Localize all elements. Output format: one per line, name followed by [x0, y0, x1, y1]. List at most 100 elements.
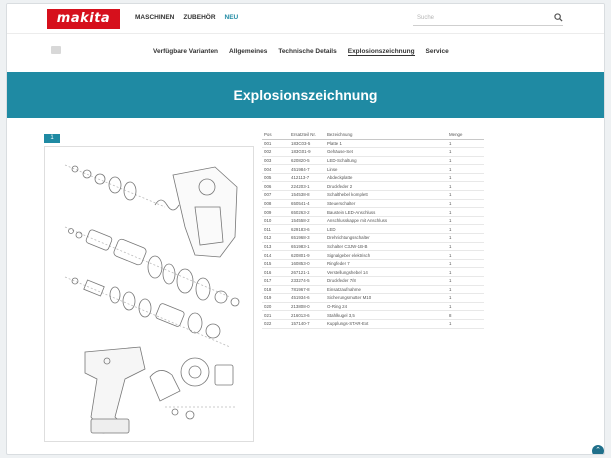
col-description: Bezeichnung	[325, 131, 447, 140]
nav-item-neu[interactable]: NEU	[225, 14, 239, 21]
nav-item-zubehoer[interactable]: ZUBEHÖR	[183, 14, 215, 21]
cell-pos: 004	[262, 164, 289, 174]
cell-part-number: 651968-3	[289, 233, 325, 243]
cell-quantity: 1	[447, 224, 484, 235]
cell-quantity: 1	[447, 259, 484, 269]
tab-technische-details[interactable]: Technische Details	[278, 48, 336, 56]
cell-quantity: 1	[447, 190, 484, 200]
cell-quantity: 1	[447, 233, 484, 243]
tab-explosionszeichnung[interactable]: Explosionszeichnung	[347, 48, 415, 56]
cell-pos: 013	[262, 242, 289, 252]
table-row[interactable]: 016 267121-1 Verstellungshebel 14 1	[262, 267, 484, 277]
table-row[interactable]: 006 224203-1 Druckfeder 21	[262, 181, 484, 192]
table-row[interactable]: 008 650541-4 Steuerschalter 1	[262, 199, 484, 209]
cell-quantity: 8	[447, 310, 484, 320]
cell-part-number: 224203-1	[289, 181, 325, 192]
table-row[interactable]: 013 651983-1 Schalter C3JW-1B-B 1	[262, 242, 484, 252]
diagram-page-selector[interactable]: 1	[44, 134, 60, 143]
cell-part-number: 154538-8	[289, 190, 325, 200]
cell-quantity: 1	[447, 181, 484, 192]
main-nav: MASCHINEN ZUBEHÖR NEU	[135, 14, 238, 21]
exploded-view-illustration	[64, 164, 240, 434]
table-row[interactable]: 012 651968-3 Drehrichtungsschalter 1	[262, 233, 484, 243]
cell-quantity: 1	[447, 250, 484, 260]
cell-quantity: 1	[447, 267, 484, 277]
table-row[interactable]: 018 781967-8 Einsatzaufnahme 1	[262, 285, 484, 295]
cell-description: Steuerschalter	[325, 199, 447, 209]
cell-description: Platte 1	[325, 139, 447, 149]
search-input[interactable]: Suche	[413, 12, 563, 26]
cell-part-number: 267121-1	[289, 267, 325, 277]
table-row[interactable]: 022 157140-7 Kupplungs-STAR-Ext 1	[262, 319, 484, 329]
cell-description: Gehäuse-Set	[325, 147, 447, 157]
table-row[interactable]: 010 154558-2 Anschlusskappe mit Anschluss 1	[262, 216, 484, 226]
table-row[interactable]: 003 620820-5 LED-Schaltung 1	[262, 156, 484, 166]
table-row[interactable]: 001 183C03-5 Platte 11	[262, 139, 484, 149]
cell-part-number: 451934-6	[289, 293, 325, 303]
cell-quantity: 1	[447, 156, 484, 166]
scroll-to-top-button[interactable]: ⌃	[592, 445, 604, 454]
cell-pos: 019	[262, 293, 289, 303]
cell-description: Ringfeder 7	[325, 259, 447, 269]
parts-table-body: 001 183C03-5 Platte 1 1 002 183G01-9 Gehäuse-S…	[262, 139, 484, 329]
table-row[interactable]: 011 629183-6 LED 1	[262, 224, 484, 235]
top-navigation-bar: makita MASCHINEN ZUBEHÖR NEU Suche	[7, 4, 604, 34]
cell-part-number: 620820-5	[289, 156, 325, 166]
table-row[interactable]: 005 412113-7 Abdeckplatte 1	[262, 173, 484, 183]
tab-allgemeines[interactable]: Allgemeines	[229, 48, 267, 56]
table-row[interactable]: 007 154538-8 Schalthebel komplett 1	[262, 190, 484, 200]
cell-quantity: 1	[447, 139, 484, 149]
cell-description: Einsatzaufnahme	[325, 285, 447, 295]
cell-quantity: 1	[447, 147, 484, 157]
cell-part-number: 651983-1	[289, 242, 325, 252]
search-icon[interactable]	[554, 13, 563, 22]
home-icon[interactable]	[51, 46, 61, 54]
parts-table: Pos Ersatzteil Nr. Bezeichnung Menge 001…	[262, 131, 484, 329]
table-row[interactable]: 019 451934-6 Sicherungsmutter M10 1	[262, 293, 484, 303]
table-row[interactable]: 020 213808-0 O-Ring 24 1	[262, 302, 484, 312]
cell-pos: 021	[262, 310, 289, 320]
table-row[interactable]: 017 233274-5 Druckfeder 7/8 1	[262, 276, 484, 286]
tab-service[interactable]: Service	[426, 48, 449, 56]
cell-description: Druckfeder 7/8	[325, 276, 447, 286]
cell-pos: 018	[262, 285, 289, 295]
cell-description: Drehrichtungsschalter	[325, 233, 447, 243]
page-title-banner: Explosionszeichnung	[7, 72, 604, 118]
table-row[interactable]: 015 160853-0 Ringfeder 71	[262, 259, 484, 269]
table-row[interactable]: 021 216013-6 Stahlkugel 3,5 8	[262, 310, 484, 320]
cell-quantity: 1	[447, 164, 484, 174]
table-row[interactable]: 002 183G01-9 Gehäuse-Set 1	[262, 147, 484, 157]
cell-part-number: 412113-7	[289, 173, 325, 183]
cell-pos: 001	[262, 139, 289, 149]
cell-part-number: 781967-8	[289, 285, 325, 295]
cell-pos: 014	[262, 250, 289, 260]
diagram-panel: 1	[44, 134, 254, 442]
cell-description: LED	[325, 224, 447, 235]
nav-item-maschinen[interactable]: MASCHINEN	[135, 14, 174, 21]
col-quantity: Menge	[447, 131, 484, 140]
cell-pos: 003	[262, 156, 289, 166]
cell-pos: 006	[262, 181, 289, 192]
cell-pos: 010	[262, 216, 289, 226]
cell-part-number: 650541-4	[289, 199, 325, 209]
tab-varianten[interactable]: Verfügbare Varianten	[153, 48, 218, 56]
cell-pos: 022	[262, 319, 289, 329]
cell-part-number: 157140-7	[289, 319, 325, 329]
table-row[interactable]: 004 451984-7 Linse 1	[262, 164, 484, 174]
product-tabs: Verfügbare Varianten Allgemeines Technis…	[153, 48, 449, 56]
cell-pos: 017	[262, 276, 289, 286]
cell-pos: 015	[262, 259, 289, 269]
cell-description: Baustein LED-Anschluss	[325, 207, 447, 217]
exploded-view-drawing[interactable]	[44, 146, 254, 442]
table-row[interactable]: 014 620801-9 Signalgeber elektrisch 1	[262, 250, 484, 260]
cell-pos: 002	[262, 147, 289, 157]
cell-pos: 016	[262, 267, 289, 277]
cell-description: Signalgeber elektrisch	[325, 250, 447, 260]
cell-part-number: 160853-0	[289, 259, 325, 269]
table-row[interactable]: 009 650263-2 Baustein LED-Anschluss 1	[262, 207, 484, 217]
cell-description: Linse	[325, 164, 447, 174]
makita-logo[interactable]: makita	[47, 9, 120, 29]
cell-description: Kupplungs-STAR-Ext	[325, 319, 447, 329]
cell-pos: 008	[262, 199, 289, 209]
cell-quantity: 1	[447, 173, 484, 183]
